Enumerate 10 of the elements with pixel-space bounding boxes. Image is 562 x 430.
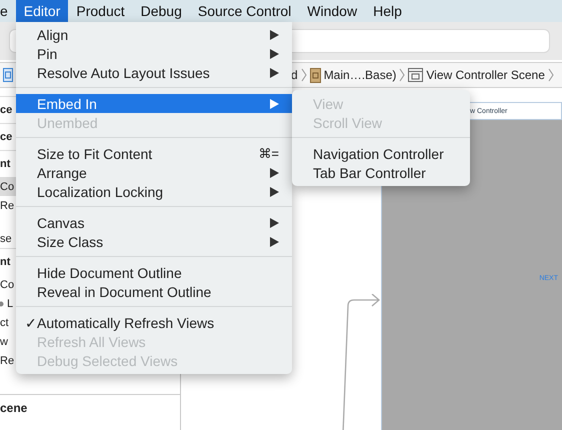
outline-label: ce — [0, 131, 12, 143]
outline-label: ce — [0, 104, 12, 116]
outline-label: Co — [0, 180, 14, 192]
outline-label: L — [7, 298, 14, 310]
outline-label: Re — [0, 200, 14, 212]
outline-label: nt — [0, 256, 10, 268]
outline-label: cene — [0, 401, 28, 415]
checkmark: ✓ — [25, 314, 37, 330]
shortcut: ⌘= — [258, 146, 279, 161]
outline-label: nt — [0, 158, 10, 170]
